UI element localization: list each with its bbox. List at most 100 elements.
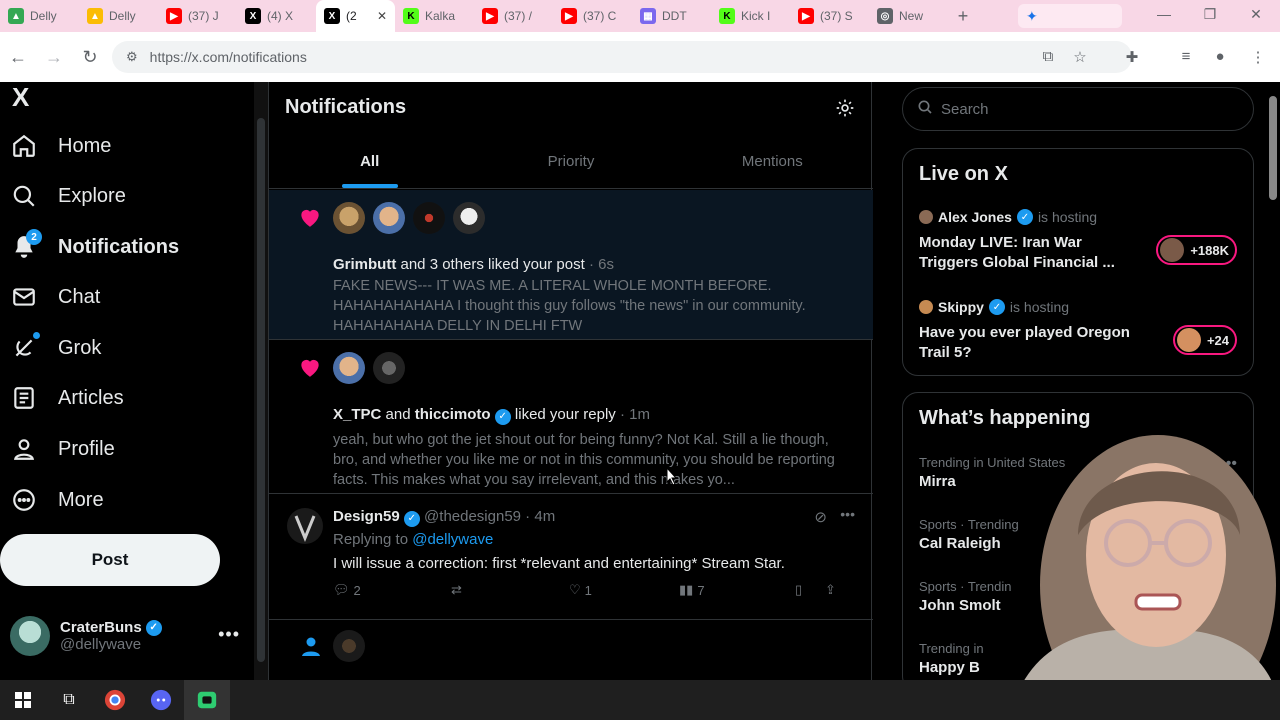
calendar-icon: ▦ bbox=[640, 8, 656, 24]
scrollbar-thumb[interactable] bbox=[1269, 96, 1277, 200]
live-listeners-pill[interactable]: +24 bbox=[1172, 325, 1237, 355]
notification-summary: X_TPC and thiccimoto ✓ liked your reply … bbox=[333, 406, 650, 425]
url-bar[interactable]: ⚙ https://x.com/notifications bbox=[112, 41, 1132, 73]
bookmark-star-icon[interactable]: ☆ bbox=[1070, 48, 1090, 66]
verified-badge-icon: ✓ bbox=[494, 408, 511, 425]
browser-tab[interactable]: ▶ (37) C bbox=[553, 0, 632, 32]
tab-all[interactable]: All bbox=[269, 135, 470, 188]
site-info-icon[interactable]: ⚙ bbox=[126, 49, 138, 65]
windows-taskbar: ⧉ bbox=[0, 680, 1280, 720]
avatar[interactable] bbox=[333, 630, 365, 662]
nav-explore[interactable]: Explore bbox=[10, 174, 126, 218]
avatar[interactable] bbox=[333, 202, 365, 234]
extensions-icon[interactable]: ✚ bbox=[1122, 48, 1142, 66]
live-title[interactable]: Monday LIVE: Iran War Triggers Global Fi… bbox=[919, 233, 1139, 273]
repost-action[interactable]: ⇄ bbox=[451, 582, 569, 598]
scrollbar-thumb[interactable] bbox=[257, 118, 265, 662]
browser-tab[interactable]: ▲ Delly bbox=[79, 0, 158, 32]
grok-explain-icon[interactable]: ⊘ bbox=[814, 508, 827, 526]
nav-home[interactable]: Home bbox=[10, 124, 111, 168]
search-input[interactable]: Search bbox=[902, 87, 1254, 131]
avatar[interactable] bbox=[333, 352, 365, 384]
chrome-menu-icon[interactable]: ⋮ bbox=[1248, 48, 1268, 66]
user-name[interactable]: thiccimoto bbox=[415, 406, 491, 423]
nav-more[interactable]: More bbox=[10, 478, 104, 522]
browser-tab[interactable]: X (4) X bbox=[237, 0, 316, 32]
browser-tab[interactable]: ▶ (37) J bbox=[158, 0, 237, 32]
forward-icon[interactable]: → bbox=[36, 47, 72, 68]
nav-profile[interactable]: Profile bbox=[10, 427, 115, 471]
nav-chat[interactable]: Chat bbox=[10, 275, 100, 319]
browser-tab-active[interactable]: X (2 ✕ bbox=[316, 0, 395, 32]
back-icon[interactable]: ← bbox=[0, 47, 36, 68]
heart-icon bbox=[301, 359, 319, 377]
user-name[interactable]: Grimbutt bbox=[333, 256, 396, 273]
windows-start-icon[interactable] bbox=[0, 680, 46, 720]
share-icon[interactable]: ⇪ bbox=[825, 582, 845, 598]
host-name[interactable]: Skippy bbox=[938, 299, 984, 315]
chrome-taskbar-icon[interactable] bbox=[92, 680, 138, 720]
avatar[interactable] bbox=[287, 508, 323, 544]
views-action[interactable]: ▮▮ 7 bbox=[679, 582, 795, 598]
avatar[interactable] bbox=[453, 202, 485, 234]
tab-priority[interactable]: Priority bbox=[470, 135, 671, 188]
mention-link[interactable]: @dellywave bbox=[412, 531, 493, 548]
live-listeners-pill[interactable]: +188K bbox=[1156, 235, 1237, 265]
host-name[interactable]: Alex Jones bbox=[938, 209, 1012, 225]
replying-prefix: Replying to bbox=[333, 531, 413, 548]
account-switcher[interactable]: CraterBuns ✓ @dellywave ••• bbox=[10, 614, 240, 658]
reply-action[interactable]: 💬︎ 2 bbox=[333, 582, 451, 598]
notification-like-reply[interactable]: X_TPC and thiccimoto ✓ liked your reply … bbox=[269, 340, 873, 494]
restore-icon[interactable]: ❐ bbox=[1200, 6, 1220, 23]
nav-grok[interactable]: Grok bbox=[10, 326, 101, 370]
tab-title: New bbox=[899, 9, 924, 23]
reply-text: I will issue a correction: first *releva… bbox=[333, 555, 785, 572]
notification-follow[interactable] bbox=[269, 620, 873, 680]
articles-icon bbox=[10, 384, 38, 412]
close-tab-icon[interactable]: ✕ bbox=[377, 9, 387, 23]
more-options-icon[interactable]: ••• bbox=[840, 506, 855, 522]
tab-mentions[interactable]: Mentions bbox=[672, 135, 873, 188]
post-button[interactable]: Post bbox=[0, 534, 220, 586]
browser-tab[interactable]: ◎ New bbox=[869, 0, 948, 32]
task-view-icon[interactable]: ⧉ bbox=[46, 680, 92, 720]
new-tab-button[interactable]: + bbox=[948, 6, 978, 27]
avatar bbox=[10, 616, 50, 656]
user-name[interactable]: X_TPC bbox=[333, 406, 381, 423]
tab-title: DDT bbox=[662, 9, 687, 23]
media-controls-icon[interactable]: ≡ bbox=[1176, 48, 1196, 65]
gemini-button[interactable]: ✦ bbox=[1018, 4, 1122, 28]
avatar[interactable] bbox=[373, 352, 405, 384]
close-window-icon[interactable]: ✕ bbox=[1246, 6, 1266, 23]
webcam-overlay bbox=[968, 425, 1280, 720]
minimize-icon[interactable]: — bbox=[1154, 6, 1174, 22]
install-app-icon[interactable]: ⧉ bbox=[1038, 48, 1058, 65]
nav-articles[interactable]: Articles bbox=[10, 376, 124, 420]
bookmark-icon[interactable]: ▯ bbox=[795, 582, 825, 598]
avatar[interactable] bbox=[413, 202, 445, 234]
more-options-icon[interactable]: ••• bbox=[218, 624, 240, 645]
left-scrollbar[interactable] bbox=[254, 82, 268, 680]
user-name[interactable]: Design59 bbox=[333, 508, 400, 525]
reload-icon[interactable]: ↻ bbox=[72, 47, 108, 68]
browser-tab[interactable]: ▶ (37) S bbox=[790, 0, 869, 32]
browser-tab[interactable]: ▦ DDT bbox=[632, 0, 711, 32]
browser-tab[interactable]: ▶ (37) / bbox=[474, 0, 553, 32]
browser-tab[interactable]: K Kick I bbox=[711, 0, 790, 32]
live-title[interactable]: Have you ever played Oregon Trail 5? bbox=[919, 323, 1139, 363]
settings-gear-icon[interactable] bbox=[835, 98, 855, 123]
x-logo[interactable]: X bbox=[12, 82, 29, 113]
nav-notifications[interactable]: 2 Notifications bbox=[10, 225, 179, 269]
notification-like-post[interactable]: Grimbutt and 3 others liked your post · … bbox=[269, 190, 873, 340]
discord-taskbar-icon[interactable] bbox=[138, 680, 184, 720]
notification-reply[interactable]: Design59 ✓ @thedesign59 · 4m ⊘ ••• Reply… bbox=[269, 494, 873, 620]
trend-name[interactable]: Mirra bbox=[919, 473, 956, 490]
browser-tab[interactable]: ▲ Delly bbox=[0, 0, 79, 32]
user-handle[interactable]: @thedesign59 bbox=[424, 508, 521, 525]
live-on-x-panel: Live on X Alex Jones ✓ is hosting Monday L… bbox=[902, 148, 1254, 376]
streaming-app-taskbar-icon[interactable] bbox=[184, 680, 230, 720]
profile-icon[interactable]: ● bbox=[1210, 48, 1230, 65]
avatar[interactable] bbox=[373, 202, 405, 234]
like-action[interactable]: ♡ 1 bbox=[569, 582, 679, 598]
browser-tab[interactable]: K Kalka bbox=[395, 0, 474, 32]
